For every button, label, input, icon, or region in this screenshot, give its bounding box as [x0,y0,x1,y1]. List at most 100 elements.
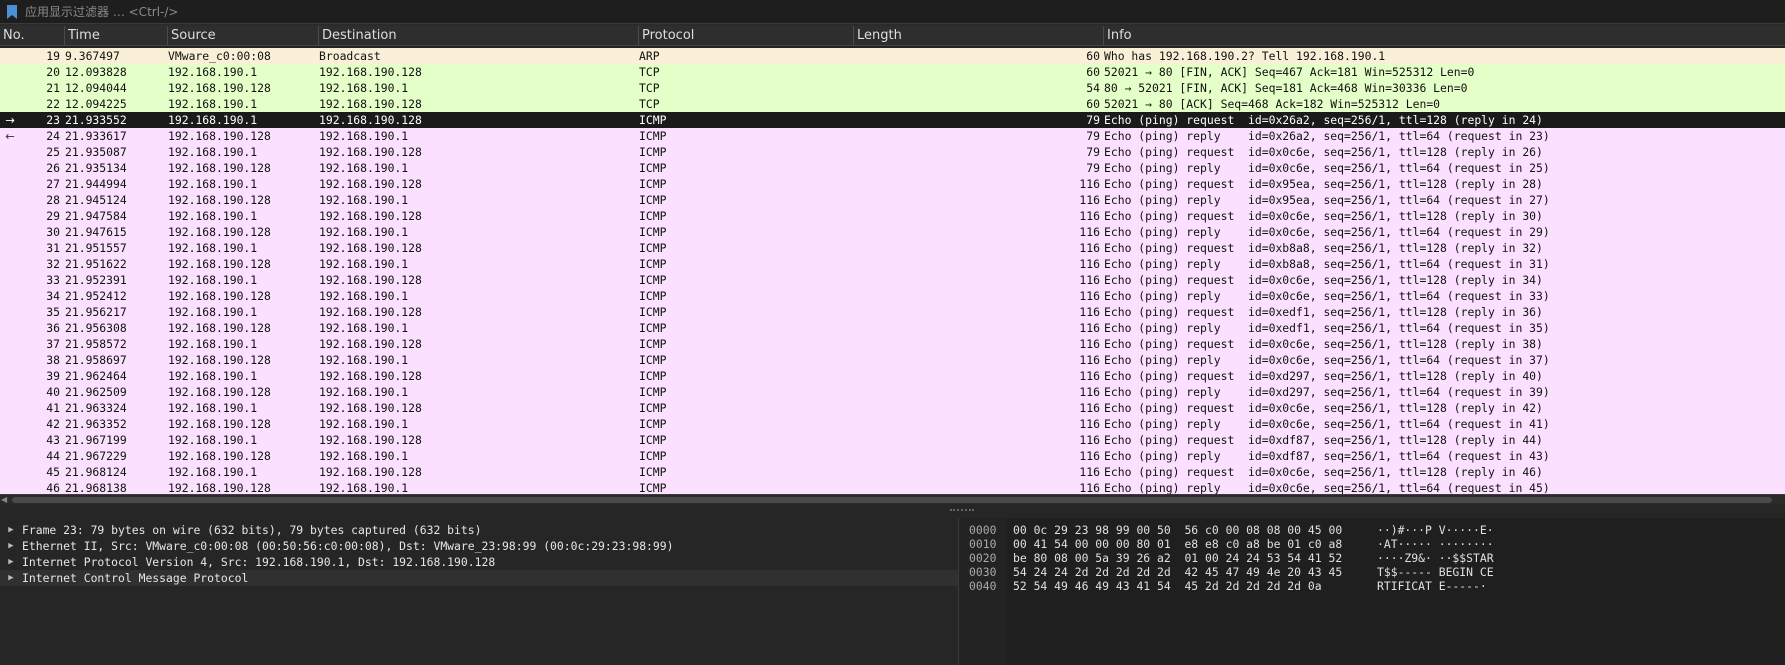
packet-number: 42 [46,417,60,431]
packet-related-marker [0,320,20,336]
packet-destination: 192.168.190.128 [319,401,422,415]
packet-row[interactable]: 21 12.094044 192.168.190.128 192.168.190.1 T… [0,80,1785,96]
packet-row[interactable]: 41 21.963324 192.168.190.1 192.168.190.128 I… [0,400,1785,416]
packet-time: 21.947584 [65,209,127,223]
column-header-length[interactable]: Length [854,26,1104,45]
packet-source: 192.168.190.128 [168,481,271,494]
pane-splitter[interactable] [0,504,1785,518]
packet-source: 192.168.190.128 [168,129,271,143]
packet-time: 21.935087 [65,145,127,159]
packet-number: 45 [46,465,60,479]
packet-length: 116 [1079,241,1100,255]
packet-protocol: ICMP [639,129,667,143]
display-filter-input[interactable] [25,1,1785,22]
packet-info: Echo (ping) reply id=0x0c6e, seq=256/1, … [1104,481,1550,494]
column-header-source[interactable]: Source [168,26,319,45]
packet-number: 46 [46,481,60,494]
packet-source: 192.168.190.128 [168,193,271,207]
packet-row[interactable]: 36 21.956308 192.168.190.128 192.168.190.1 I… [0,320,1785,336]
packet-row[interactable]: 39 21.962464 192.168.190.1 192.168.190.128 I… [0,368,1785,384]
packet-row[interactable]: 44 21.967229 192.168.190.128 192.168.190.1 I… [0,448,1785,464]
packet-destination: 192.168.190.1 [319,321,409,335]
packet-time: 12.094225 [65,97,127,111]
bytes-hex: 52 54 49 46 49 43 41 54 45 2d 2d 2d 2d 2… [1013,579,1322,593]
packet-row[interactable]: 28 21.945124 192.168.190.128 192.168.190.1 I… [0,192,1785,208]
packet-source: 192.168.190.1 [168,97,258,111]
packet-row[interactable]: 22 12.094225 192.168.190.1 192.168.190.128 T… [0,96,1785,112]
packet-info: Echo (ping) request id=0x0c6e, seq=256/1… [1104,465,1543,479]
packet-destination: 192.168.190.128 [319,65,422,79]
packet-row[interactable]: 25 21.935087 192.168.190.1 192.168.190.128 I… [0,144,1785,160]
expand-arrow-icon[interactable]: ▶ [0,538,22,554]
packet-protocol: ICMP [639,433,667,447]
packet-source: 192.168.190.1 [168,465,258,479]
detail-tree-label: Internet Protocol Version 4, Src: 192.16… [22,555,496,569]
packet-row[interactable]: 43 21.967199 192.168.190.1 192.168.190.128 I… [0,432,1785,448]
packet-info: 52021 → 80 [ACK] Seq=468 Ack=182 Win=525… [1104,97,1441,111]
packet-row[interactable]: 40 21.962509 192.168.190.128 192.168.190.1 I… [0,384,1785,400]
column-header-time[interactable]: Time [65,26,168,45]
packet-row[interactable]: 31 21.951557 192.168.190.1 192.168.190.128 I… [0,240,1785,256]
expand-arrow-icon[interactable]: ▶ [0,522,22,538]
packet-row[interactable]: 30 21.947615 192.168.190.128 192.168.190.1 I… [0,224,1785,240]
packet-rows: 19 9.367497 VMware_c0:00:08 Broadcast ARP 60 W… [0,48,1785,494]
packet-row[interactable]: 42 21.963352 192.168.190.128 192.168.190.1 I… [0,416,1785,432]
packet-source: 192.168.190.1 [168,65,258,79]
packet-row[interactable]: 38 21.958697 192.168.190.128 192.168.190.1 I… [0,352,1785,368]
packet-info: Echo (ping) request id=0x26a2, seq=256/1… [1104,113,1543,127]
packet-row[interactable]: 26 21.935134 192.168.190.128 192.168.190.1 I… [0,160,1785,176]
packet-row[interactable]: 32 21.951622 192.168.190.128 192.168.190.1 I… [0,256,1785,272]
bookmark-icon[interactable] [6,4,18,19]
packet-number: 41 [46,401,60,415]
packet-row[interactable]: 27 21.944994 192.168.190.1 192.168.190.128 I… [0,176,1785,192]
packet-number: 31 [46,241,60,255]
detail-tree-item[interactable]: ▶ Internet Protocol Version 4, Src: 192.1… [0,554,958,570]
packet-row[interactable]: 35 21.956217 192.168.190.1 192.168.190.128 I… [0,304,1785,320]
packet-destination: 192.168.190.1 [319,81,409,95]
packet-length: 54 [1086,81,1100,95]
packet-details-pane: ▶ Frame 23: 79 bytes on wire (632 bits), … [0,518,958,665]
column-header-destination[interactable]: Destination [319,26,639,45]
packet-row[interactable]: 45 21.968124 192.168.190.1 192.168.190.128 I… [0,464,1785,480]
packet-info: 80 → 52021 [FIN, ACK] Seq=181 Ack=468 Wi… [1104,81,1468,95]
bytes-row[interactable]: 0040 52 54 49 46 49 43 41 54 45 2d 2d 2d … [959,578,1785,594]
horizontal-scrollbar[interactable]: ◀ [0,494,1785,504]
detail-tree-item[interactable]: ▶ Frame 23: 79 bytes on wire (632 bits), … [0,522,958,538]
detail-tree-item[interactable]: ▶ Internet Control Message Protocol [0,570,958,586]
scroll-left-icon[interactable]: ◀ [1,495,7,504]
packet-length: 116 [1079,305,1100,319]
packet-number: 21 [46,81,60,95]
packet-length: 116 [1079,177,1100,191]
packet-info: Echo (ping) request id=0x95ea, seq=256/1… [1104,177,1543,191]
packet-length: 116 [1079,433,1100,447]
detail-tree-label: Internet Control Message Protocol [22,571,249,585]
expand-arrow-icon[interactable]: ▶ [0,554,22,570]
detail-tree-item[interactable]: ▶ Ethernet II, Src: VMware_c0:00:08 (00:5… [0,538,958,554]
packet-related-marker: ← [5,129,15,143]
packet-row[interactable]: 33 21.952391 192.168.190.1 192.168.190.128 I… [0,272,1785,288]
column-header-protocol[interactable]: Protocol [639,26,854,45]
packet-row[interactable]: 20 12.093828 192.168.190.1 192.168.190.128 T… [0,64,1785,80]
column-header-info[interactable]: Info [1104,26,1785,45]
packet-row[interactable]: 46 21.968138 192.168.190.128 192.168.190.1 I… [0,480,1785,494]
packet-protocol: ICMP [639,225,667,239]
packet-related-marker [0,384,20,400]
packet-time: 21.945124 [65,193,127,207]
splitter-grip[interactable] [950,509,974,513]
packet-length: 116 [1079,209,1100,223]
packet-row[interactable]: 34 21.952412 192.168.190.128 192.168.190.1 I… [0,288,1785,304]
packet-number: 39 [46,369,60,383]
expand-arrow-icon[interactable]: ▶ [0,570,22,586]
packet-row[interactable]: 19 9.367497 VMware_c0:00:08 Broadcast ARP 60 W… [0,48,1785,64]
packet-source: 192.168.190.1 [168,273,258,287]
packet-time: 21.968138 [65,481,127,494]
packet-destination: 192.168.190.1 [319,257,409,271]
packet-row[interactable]: 29 21.947584 192.168.190.1 192.168.190.128 I… [0,208,1785,224]
packet-row[interactable]: ← 24 21.933617 192.168.190.128 192.168.190.1… [0,128,1785,144]
packet-length: 116 [1079,401,1100,415]
scrollbar-thumb[interactable] [12,497,1772,503]
packet-row[interactable]: 37 21.958572 192.168.190.1 192.168.190.128 I… [0,336,1785,352]
column-header-no[interactable]: No. [0,26,65,45]
packet-source: 192.168.190.128 [168,385,271,399]
packet-row[interactable]: → 23 21.933552 192.168.190.1 192.168.190.128… [0,112,1785,128]
